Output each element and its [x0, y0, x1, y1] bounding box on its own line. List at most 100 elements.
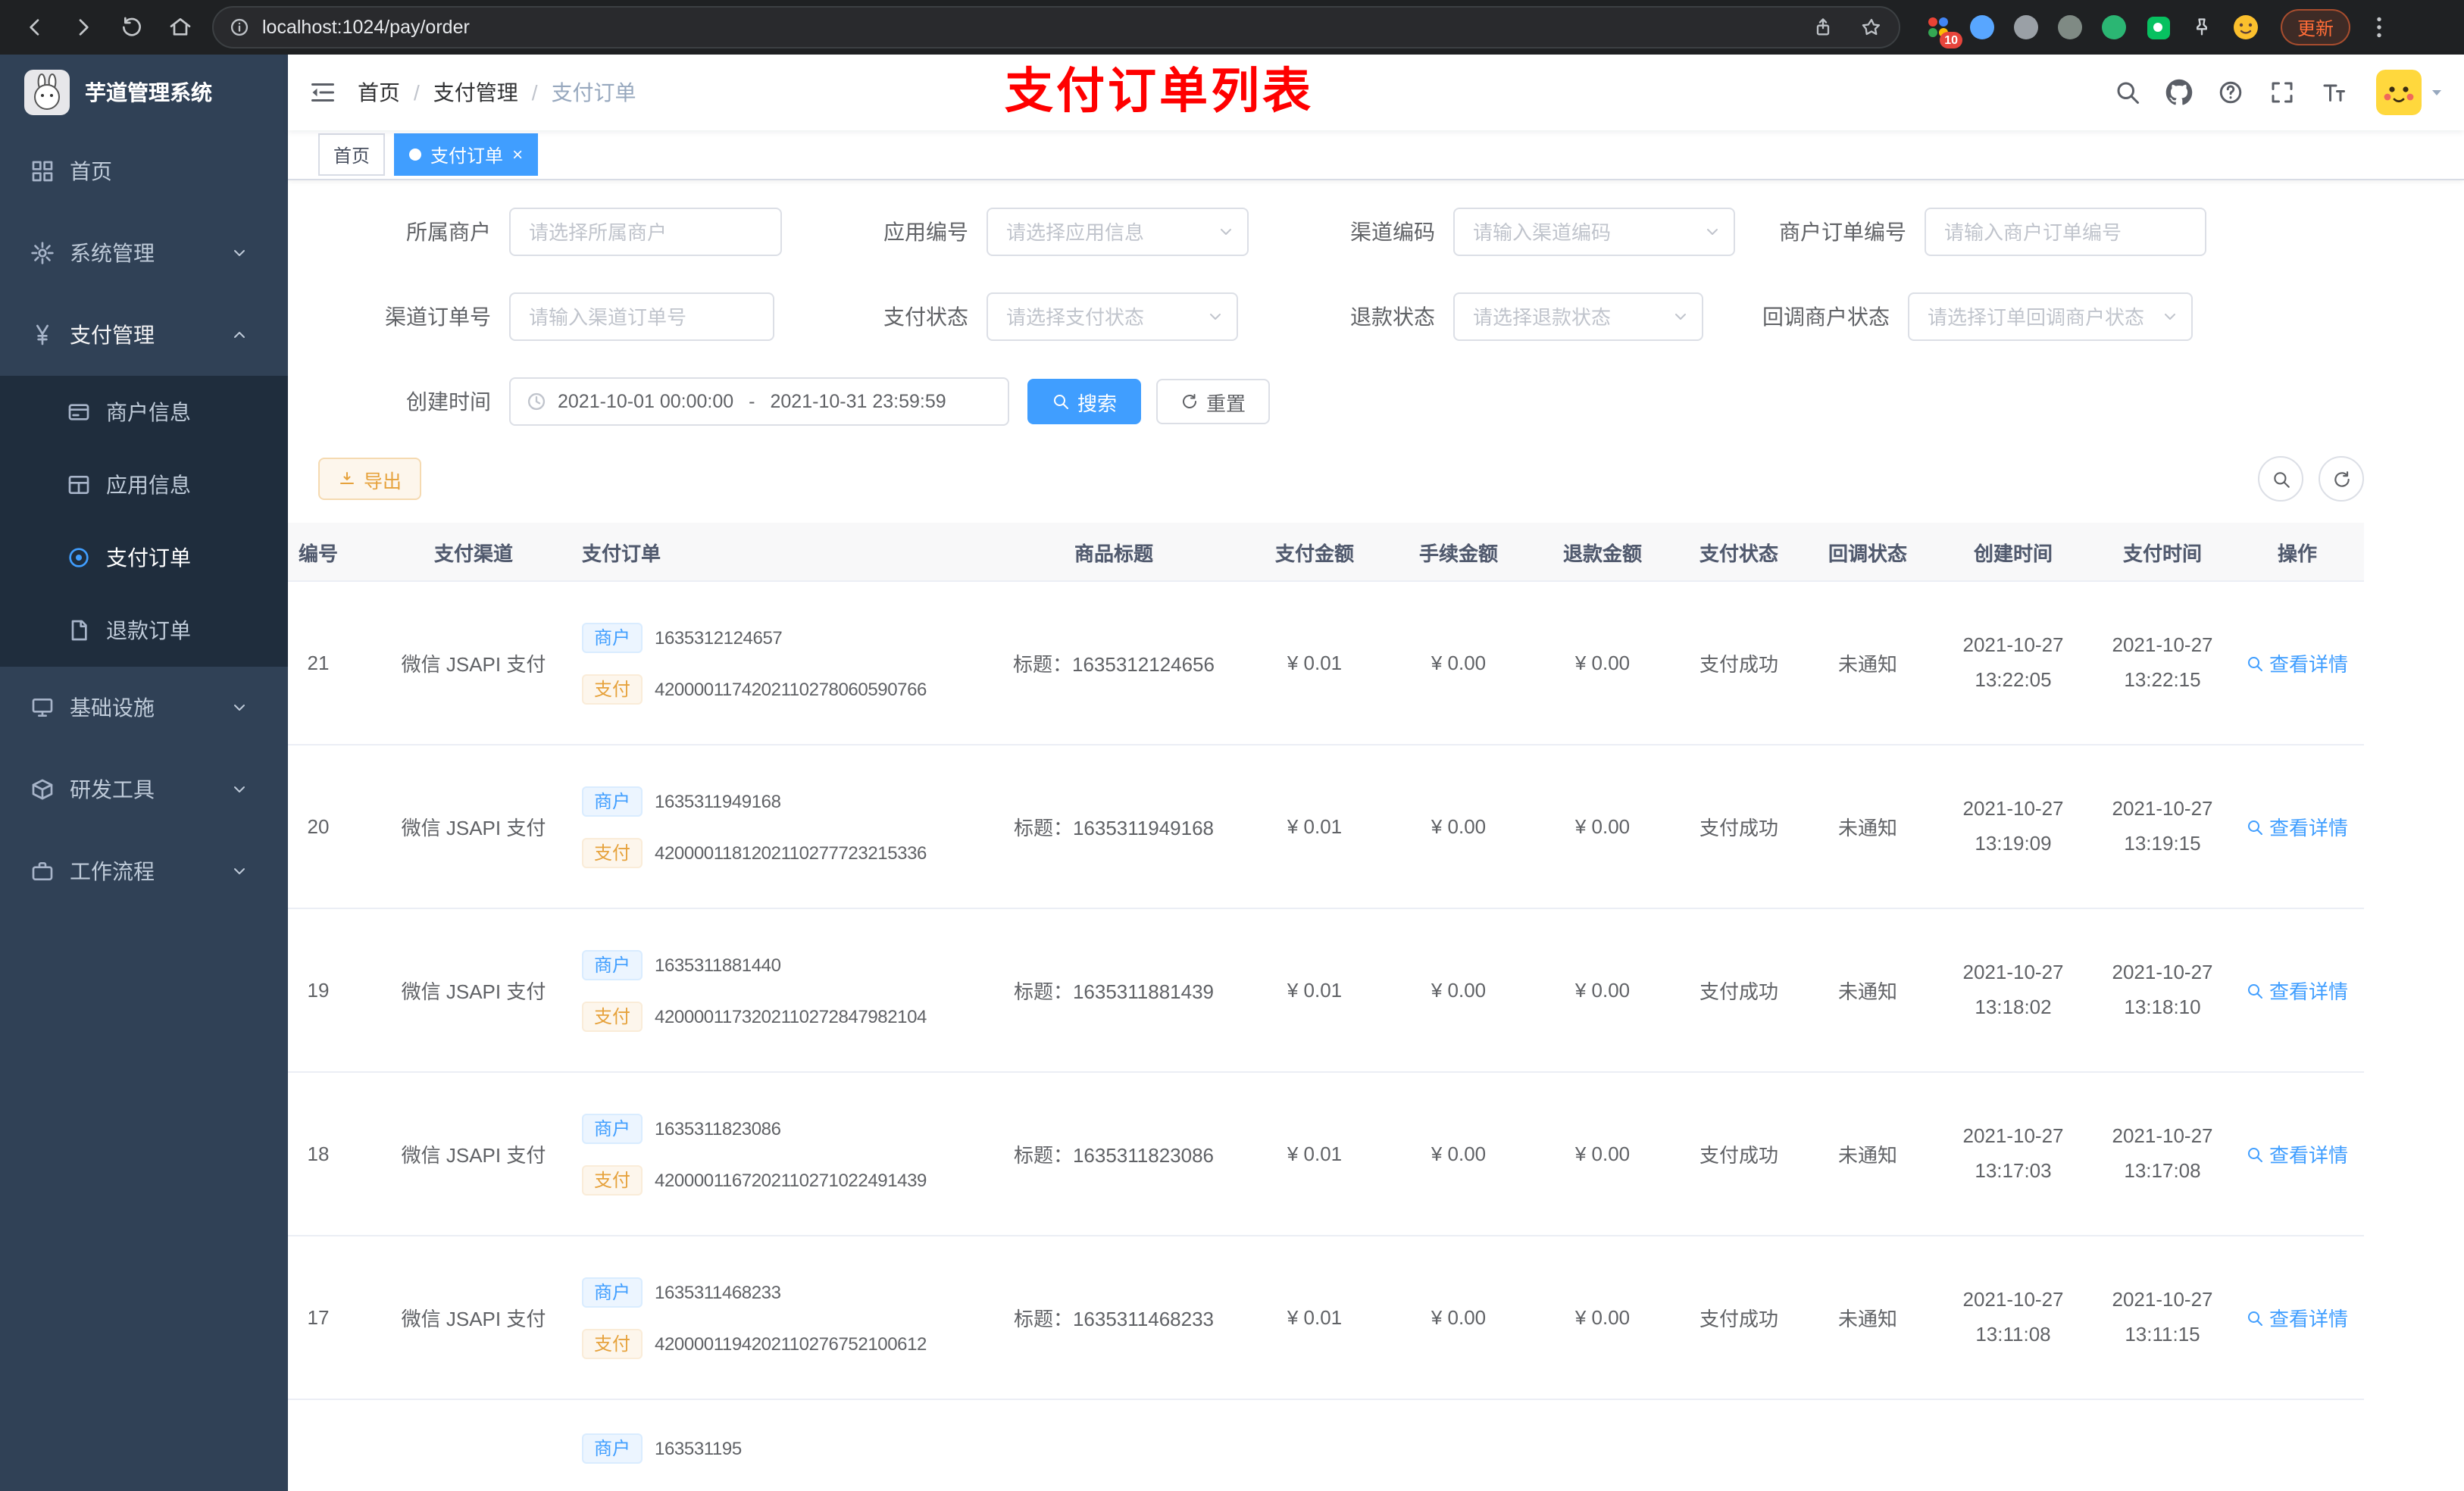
browser-menu-icon[interactable]	[2366, 14, 2393, 41]
cell-pay-amount: ¥ 0.01	[1243, 1072, 1387, 1236]
column-header: 支付时间	[2094, 523, 2231, 582]
channel-transaction-no: 4200001194202110276752100612	[655, 1333, 927, 1354]
cell-order: 商户 1635312124657 支付 42000011742021102780…	[561, 581, 985, 746]
extension-drop-icon[interactable]	[1968, 14, 1996, 41]
view-detail-link[interactable]: 查看详情	[2247, 1303, 2348, 1332]
grid-icon	[67, 473, 91, 497]
tags-view-bar: 首页 支付订单	[288, 130, 2464, 180]
view-detail-link[interactable]: 查看详情	[2247, 649, 2348, 677]
fullscreen-icon[interactable]	[2258, 55, 2306, 130]
search-icon[interactable]	[2103, 55, 2152, 130]
refresh-table-button[interactable]	[2319, 456, 2364, 502]
cell-pay-time: 2021-10-27 13:18:10	[2094, 908, 2231, 1073]
channel-code-select[interactable]	[1453, 208, 1735, 256]
bookmark-star-icon[interactable]	[1853, 11, 1890, 44]
breadcrumb-home[interactable]: 首页	[358, 77, 400, 108]
sidebar-item-devtools[interactable]: 研发工具	[0, 749, 288, 830]
cell-title: 标题：1635311468233	[985, 1236, 1243, 1400]
create-time-range-picker[interactable]: 2021-10-01 00:00:00 - 2021-10-31 23:59:5…	[509, 377, 1009, 426]
view-detail-link[interactable]: 查看详情	[2247, 976, 2348, 1005]
tab-pay-order[interactable]: 支付订单	[394, 133, 539, 176]
sidebar-item-app-info[interactable]: 应用信息	[0, 449, 288, 521]
font-size-icon[interactable]	[2309, 55, 2358, 130]
extension-pin-icon[interactable]	[2188, 14, 2215, 41]
channel-order-no-input[interactable]	[509, 292, 774, 341]
sidebar-item-merchant-info[interactable]: 商户信息	[0, 376, 288, 449]
merchant-order-no: 1635311468233	[655, 1281, 781, 1302]
browser-reload-button[interactable]	[109, 5, 155, 50]
reset-button[interactable]: 重置	[1156, 379, 1271, 424]
browser-update-button[interactable]: 更新	[2281, 9, 2351, 45]
toggle-search-button[interactable]	[2258, 456, 2303, 502]
table-row: 20 微信 JSAPI 支付 商户 1635311949168 支付 42000…	[288, 745, 2364, 909]
sidebar-item-payment[interactable]: 支付管理	[0, 294, 288, 376]
export-button[interactable]: 导出	[318, 458, 422, 500]
extension-grey2-icon[interactable]	[2056, 14, 2084, 41]
extension-grey-icon[interactable]	[2012, 14, 2040, 41]
user-avatar[interactable]	[2376, 70, 2422, 115]
cell-action: 查看详情	[2231, 908, 2364, 1073]
view-detail-link[interactable]: 查看详情	[2247, 1139, 2348, 1168]
address-bar[interactable]: localhost:1024/pay/order	[212, 6, 1900, 48]
table-toolbar: 导出	[318, 456, 2434, 502]
browser-home-button[interactable]	[158, 5, 203, 50]
sidebar-item-workflow[interactable]: 工作流程	[0, 830, 288, 912]
sidebar: 芋道管理系统 首页 系统管理 支付管理 商户信息 应用信息 支付订单 退款订单 …	[0, 55, 288, 1491]
cell-order: 商户 1635311881440 支付 42000011732021102728…	[561, 908, 985, 1073]
breadcrumb-current: 支付订单	[551, 80, 636, 105]
view-detail-link[interactable]: 查看详情	[2247, 812, 2348, 841]
profile-avatar-icon[interactable]	[2232, 14, 2259, 41]
cell-pay-time: 2021-10-27 13:19:15	[2094, 745, 2231, 909]
sidebar-item-refund-order[interactable]: 退款订单	[0, 594, 288, 667]
cell-pay-time: 2021-10-27 13:22:15	[2094, 581, 2231, 746]
merchant-order-no-input[interactable]	[1925, 208, 2206, 256]
cell-refund-amount: ¥ 0.00	[1531, 745, 1674, 909]
merchant-input[interactable]	[509, 208, 782, 256]
cell-fee-amount: ¥ 0.00	[1387, 1236, 1531, 1400]
cell-channel: 微信 JSAPI 支付	[386, 1236, 561, 1400]
pay-status-select[interactable]	[987, 292, 1238, 341]
close-icon[interactable]	[512, 145, 523, 164]
help-icon[interactable]	[2206, 55, 2255, 130]
chevron-down-icon	[1703, 223, 1721, 241]
app-logo[interactable]: 芋道管理系统	[0, 55, 288, 130]
notify-status-select[interactable]	[1908, 292, 2193, 341]
sidebar-item-home[interactable]: 首页	[0, 130, 288, 212]
channel-transaction-no: 4200001173202110272847982104	[655, 1005, 927, 1027]
browser-forward-button[interactable]	[61, 5, 106, 50]
share-icon[interactable]	[1805, 11, 1841, 44]
extension-wechat-icon[interactable]	[2144, 14, 2172, 41]
chevron-down-icon[interactable]	[2428, 83, 2446, 102]
sidebar-item-system[interactable]: 系统管理	[0, 212, 288, 294]
refund-status-select[interactable]	[1453, 292, 1703, 341]
extension-apps-icon[interactable]: 10	[1925, 14, 1962, 48]
cell-create-time: 2021-10-27 13:19:09	[1932, 745, 2094, 909]
cell-notify-status: 未通知	[1803, 1072, 1932, 1236]
cell-title: 标题：1635311823086	[985, 1072, 1243, 1236]
breadcrumb-payment[interactable]: 支付管理	[433, 77, 518, 108]
app-title: 芋道管理系统	[85, 80, 212, 105]
briefcase-icon	[30, 859, 55, 883]
extension-green-icon[interactable]	[2100, 14, 2128, 41]
pay-tag: 支付	[582, 674, 643, 704]
browser-back-button[interactable]	[12, 5, 58, 50]
cell-order: 商户 163531195	[561, 1399, 985, 1491]
site-info-icon[interactable]	[229, 17, 250, 38]
cell-notify-status: 未通知	[1803, 1236, 1932, 1400]
table-row: 17 微信 JSAPI 支付 商户 1635311468233 支付 42000…	[288, 1236, 2364, 1400]
app-select[interactable]	[987, 208, 1249, 256]
logo-avatar	[24, 70, 70, 115]
github-icon[interactable]	[2155, 55, 2203, 130]
filter-label: 创建时间	[406, 389, 491, 414]
chevron-down-icon	[230, 244, 249, 262]
tab-home[interactable]: 首页	[318, 133, 386, 176]
sidebar-item-infra[interactable]: 基础设施	[0, 667, 288, 749]
sidebar-item-pay-order[interactable]: 支付订单	[0, 521, 288, 594]
cell-notify-status: 未通知	[1803, 908, 1932, 1073]
merchant-filter	[509, 208, 782, 256]
table-row: 18 微信 JSAPI 支付 商户 1635311823086 支付 42000…	[288, 1072, 2364, 1236]
url-text[interactable]: localhost:1024/pay/order	[262, 17, 1793, 38]
cell-id: 17	[288, 1236, 386, 1400]
search-button[interactable]: 搜索	[1027, 379, 1142, 424]
sidebar-toggle-icon[interactable]	[288, 55, 358, 130]
